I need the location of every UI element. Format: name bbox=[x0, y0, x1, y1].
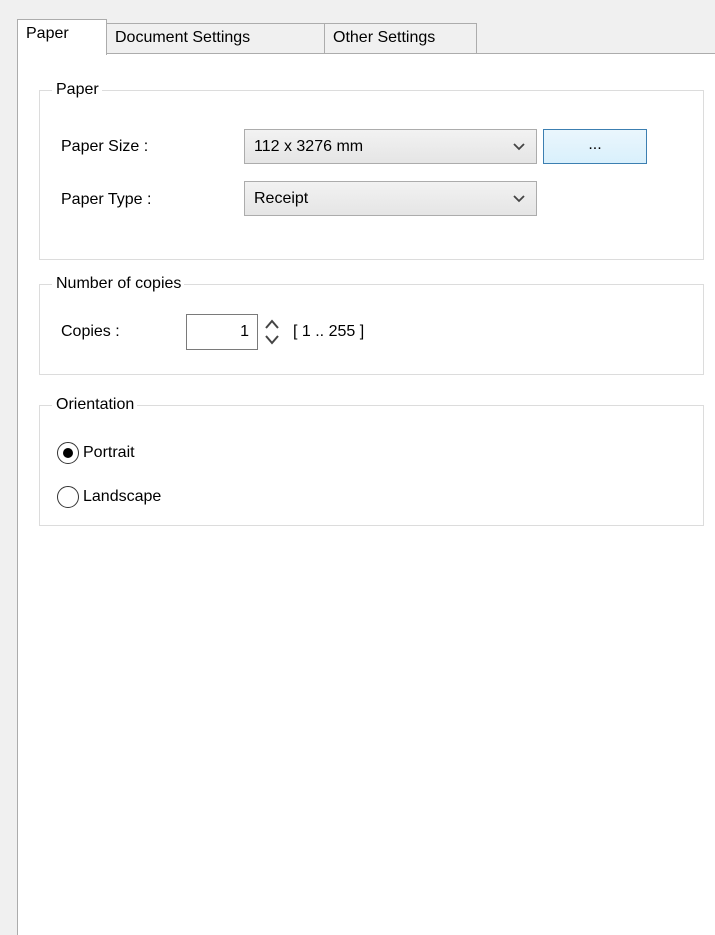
copies-group: Number of copies Copies : [ 1 .. 255 ] bbox=[39, 273, 704, 375]
tab-paper[interactable]: Paper bbox=[17, 19, 107, 55]
copies-range: [ 1 .. 255 ] bbox=[293, 323, 365, 340]
paper-size-combo[interactable]: 112 x 3276 mm bbox=[244, 129, 537, 164]
copies-input[interactable] bbox=[186, 314, 258, 350]
paper-type-value: Receipt bbox=[254, 190, 309, 207]
radio-dot-icon bbox=[63, 448, 73, 458]
paper-size-label: Paper Size : bbox=[61, 138, 149, 155]
chevron-down-icon bbox=[513, 195, 525, 203]
paper-group-legend: Paper bbox=[52, 79, 102, 101]
chevron-down-icon bbox=[513, 143, 525, 151]
portrait-radio-label: Portrait bbox=[83, 444, 135, 461]
orientation-group-legend: Orientation bbox=[52, 394, 138, 416]
tab-strip: Paper Document Settings Other Settings bbox=[17, 19, 713, 55]
paper-size-browse-button[interactable]: ... bbox=[543, 129, 647, 164]
paper-group: Paper Paper Size : 112 x 3276 mm ... Pap… bbox=[39, 79, 704, 260]
radio-unselected-icon bbox=[57, 486, 79, 508]
landscape-radio-label: Landscape bbox=[83, 488, 162, 505]
spin-up-down-icon[interactable] bbox=[263, 314, 281, 350]
copies-group-legend: Number of copies bbox=[52, 273, 185, 295]
paper-type-combo[interactable]: Receipt bbox=[244, 181, 537, 216]
radio-selected-icon bbox=[57, 442, 79, 464]
paper-size-value: 112 x 3276 mm bbox=[254, 138, 364, 155]
tab-document-settings[interactable]: Document Settings bbox=[106, 23, 325, 53]
copies-label: Copies : bbox=[61, 323, 120, 340]
tab-other-settings[interactable]: Other Settings bbox=[324, 23, 477, 53]
tab-page-paper: Paper Paper Size : 112 x 3276 mm ... Pap… bbox=[17, 53, 715, 935]
orientation-group: Orientation Portrait Landscape bbox=[39, 394, 704, 526]
paper-type-label: Paper Type : bbox=[61, 191, 152, 208]
